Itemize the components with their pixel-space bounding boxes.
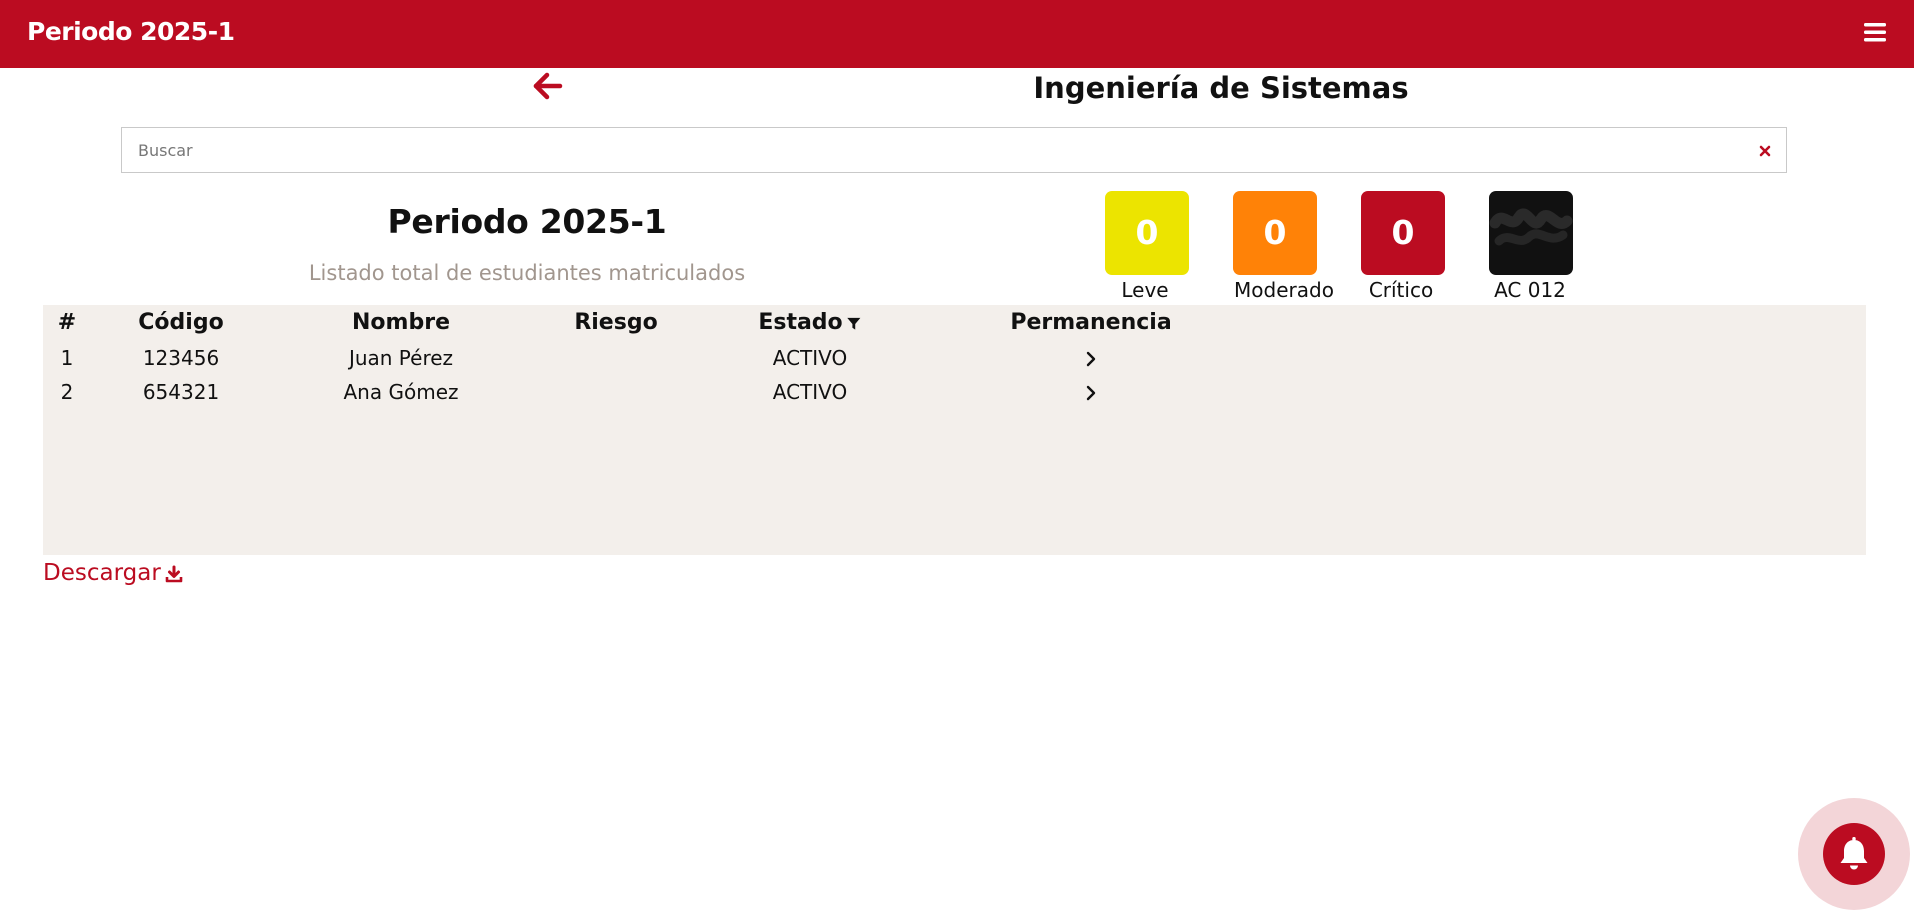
row-2-codigo: 654321 [142, 380, 220, 404]
column-header-codigo[interactable]: Código [138, 307, 223, 339]
row-1-number: 1 [60, 346, 74, 370]
column-header-estado-label: Estado [758, 310, 843, 335]
column-header-number: # [57, 310, 77, 335]
back-button[interactable] [530, 70, 566, 102]
row-2-nombre: Ana Gómez [343, 380, 459, 404]
program-title: Ingeniería de Sistemas [1033, 71, 1409, 105]
risk-card-ac[interactable] [1489, 191, 1573, 275]
column-header-riesgo[interactable]: Riesgo [574, 307, 657, 339]
filter-icon[interactable] [847, 316, 862, 331]
download-button[interactable]: Descargar [43, 556, 183, 590]
row-1-estado: ACTIVO [772, 346, 848, 370]
risk-label-leve: Leve [1121, 278, 1169, 302]
redacted-scribble-icon [1489, 208, 1573, 246]
risk-count-leve: 0 [1135, 213, 1159, 252]
download-label: Descargar [43, 560, 161, 586]
menu-button[interactable] [1862, 20, 1888, 44]
download-icon [165, 565, 183, 582]
row-2-estado: ACTIVO [772, 380, 848, 404]
search-box [121, 127, 1787, 173]
close-icon [1759, 145, 1771, 157]
period-title: Periodo 2025-1 [387, 202, 667, 241]
top-bar: Periodo 2025-1 [0, 0, 1914, 68]
search-input[interactable] [122, 128, 1722, 172]
chevron-right-icon[interactable] [1085, 351, 1097, 367]
row-2-number: 2 [60, 380, 74, 404]
risk-label-ac: AC 012 [1494, 278, 1566, 302]
risk-count-moderado: 0 [1263, 213, 1287, 252]
clear-search-button[interactable] [1758, 143, 1772, 157]
column-header-permanencia: Permanencia [1010, 310, 1172, 335]
notifications-button[interactable] [1823, 823, 1885, 885]
top-bar-title: Periodo 2025-1 [27, 17, 235, 46]
column-header-nombre[interactable]: Nombre [352, 307, 450, 339]
risk-card-moderado[interactable]: 0 [1233, 191, 1317, 275]
row-1-codigo: 123456 [142, 346, 220, 370]
bars-icon [1864, 23, 1886, 42]
risk-label-critico: Crítico [1368, 278, 1434, 302]
period-subtitle: Listado total de estudiantes matriculado… [308, 261, 746, 285]
arrow-left-icon [533, 72, 563, 100]
students-table [43, 305, 1866, 555]
chevron-right-icon[interactable] [1085, 385, 1097, 401]
row-1-nombre: Juan Pérez [348, 346, 454, 370]
risk-card-leve[interactable]: 0 [1105, 191, 1189, 275]
risk-count-critico: 0 [1391, 213, 1415, 252]
risk-card-critico[interactable]: 0 [1361, 191, 1445, 275]
bell-icon [1840, 837, 1868, 870]
column-header-estado[interactable]: Estado [758, 307, 861, 339]
